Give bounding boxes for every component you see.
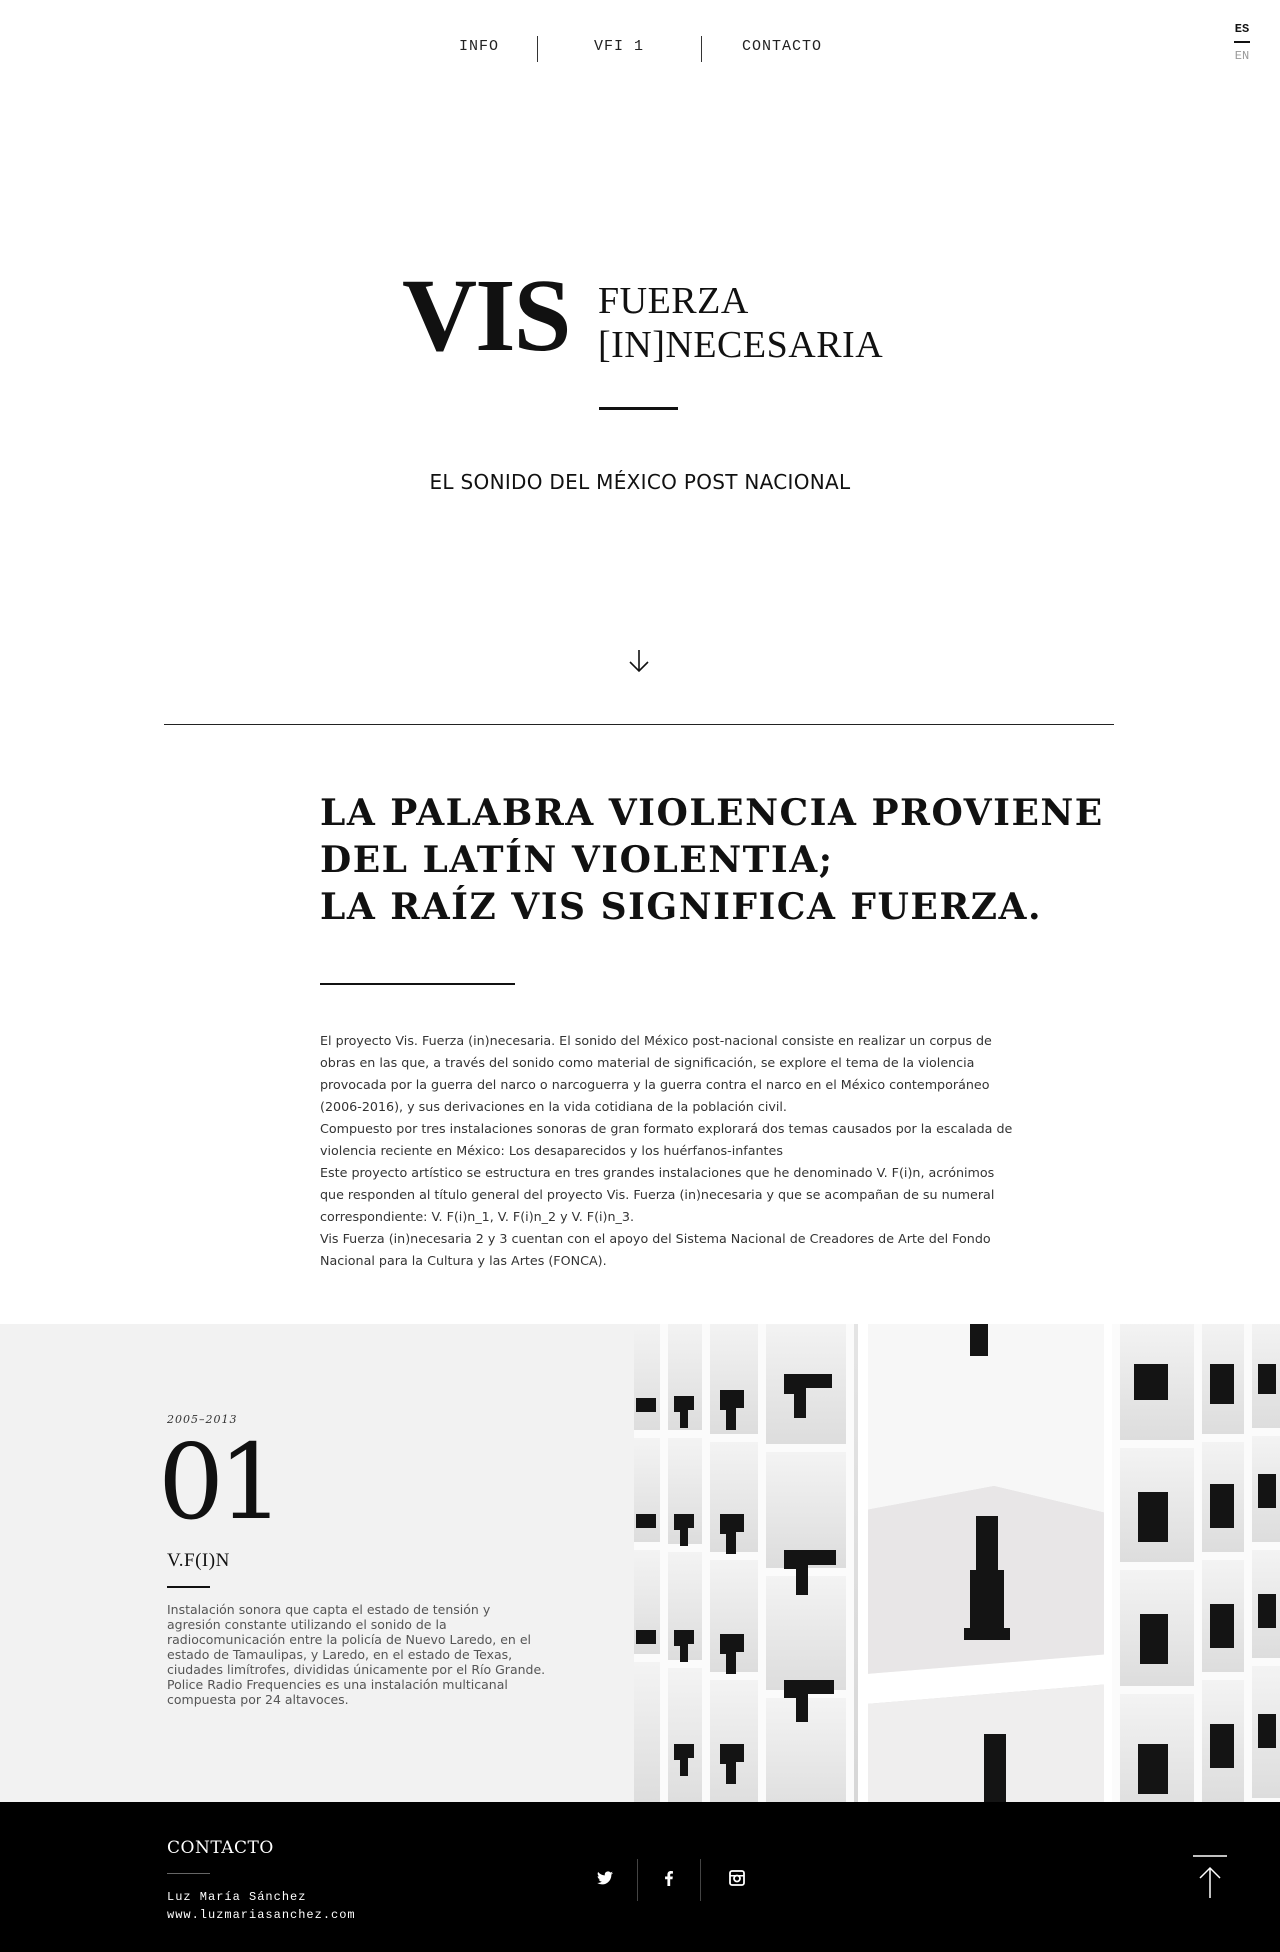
project-title[interactable]: V.F(I)N <box>167 1550 230 1572</box>
hero-title-line-1: FUERZA <box>598 280 749 322</box>
hero-tagline: EL SONIDO DEL MÉXICO POST NACIONAL <box>429 470 851 494</box>
facebook-icon[interactable] <box>657 1866 681 1890</box>
section-divider <box>164 724 1114 725</box>
footer-divider <box>167 1873 210 1874</box>
intro-paragraph: Compuesto por tres instalaciones sonoras… <box>320 1121 1013 1158</box>
nav-item-info[interactable]: INFO <box>459 38 499 55</box>
installation-photo <box>634 1324 1280 1802</box>
hero-divider <box>599 407 678 410</box>
project-number: 01 <box>158 1421 284 1543</box>
intro-quote: LA PALABRA VIOLENCIA PROVIENE DEL LATÍN … <box>320 790 1104 931</box>
nav-item-contacto[interactable]: CONTACTO <box>742 38 822 55</box>
nav-divider <box>537 36 538 62</box>
quote-divider <box>320 983 515 985</box>
footer-name: Luz María Sánchez <box>167 1890 307 1904</box>
footer-title: CONTACTO <box>167 1838 274 1858</box>
project-image[interactable] <box>634 1324 1280 1802</box>
project-divider <box>167 1586 210 1588</box>
social-divider <box>700 1859 701 1901</box>
project-card: 2005–2013 01 V.F(I)N Instalación sonora … <box>0 1324 1280 1802</box>
intro-body: El proyecto Vis. Fuerza (in)necesaria. E… <box>320 1030 1020 1272</box>
intro-paragraph: Vis Fuerza (in)necesaria 2 y 3 cuentan c… <box>320 1231 991 1268</box>
top-nav: INFO VFI 1 CONTACTO ES EN <box>0 0 1280 100</box>
footer-website-link[interactable]: www.luzmariasanchez.com <box>167 1908 356 1922</box>
nav-item-vfi-1[interactable]: VFI 1 <box>594 38 644 55</box>
back-to-top-icon[interactable] <box>1192 1854 1228 1900</box>
arrow-down-icon[interactable] <box>627 648 651 674</box>
quote-line: DEL LATÍN VIOLENTIA; <box>320 839 834 881</box>
intro-paragraph: El proyecto Vis. Fuerza (in)necesaria. E… <box>320 1033 992 1114</box>
footer: CONTACTO Luz María Sánchez www.luzmarias… <box>0 1802 1280 1952</box>
project-description: Instalación sonora que capta el estado d… <box>167 1602 546 1707</box>
lang-es[interactable]: ES <box>1232 22 1252 36</box>
hero-title-line-2: [IN]NECESARIA <box>598 324 884 366</box>
hero-title-vis: VIS <box>402 258 571 373</box>
instagram-icon[interactable] <box>725 1866 749 1890</box>
twitter-icon[interactable] <box>593 1866 617 1890</box>
nav-divider <box>701 36 702 62</box>
intro-paragraph: Este proyecto artístico se estructura en… <box>320 1165 995 1224</box>
lang-en[interactable]: EN <box>1232 49 1252 63</box>
quote-line: LA RAÍZ VIS SIGNIFICA FUERZA. <box>320 886 1042 928</box>
quote-line: LA PALABRA VIOLENCIA PROVIENE <box>320 792 1104 834</box>
language-switcher: ES EN <box>1232 22 1252 63</box>
lang-active-indicator <box>1234 41 1250 43</box>
social-divider <box>637 1859 638 1901</box>
